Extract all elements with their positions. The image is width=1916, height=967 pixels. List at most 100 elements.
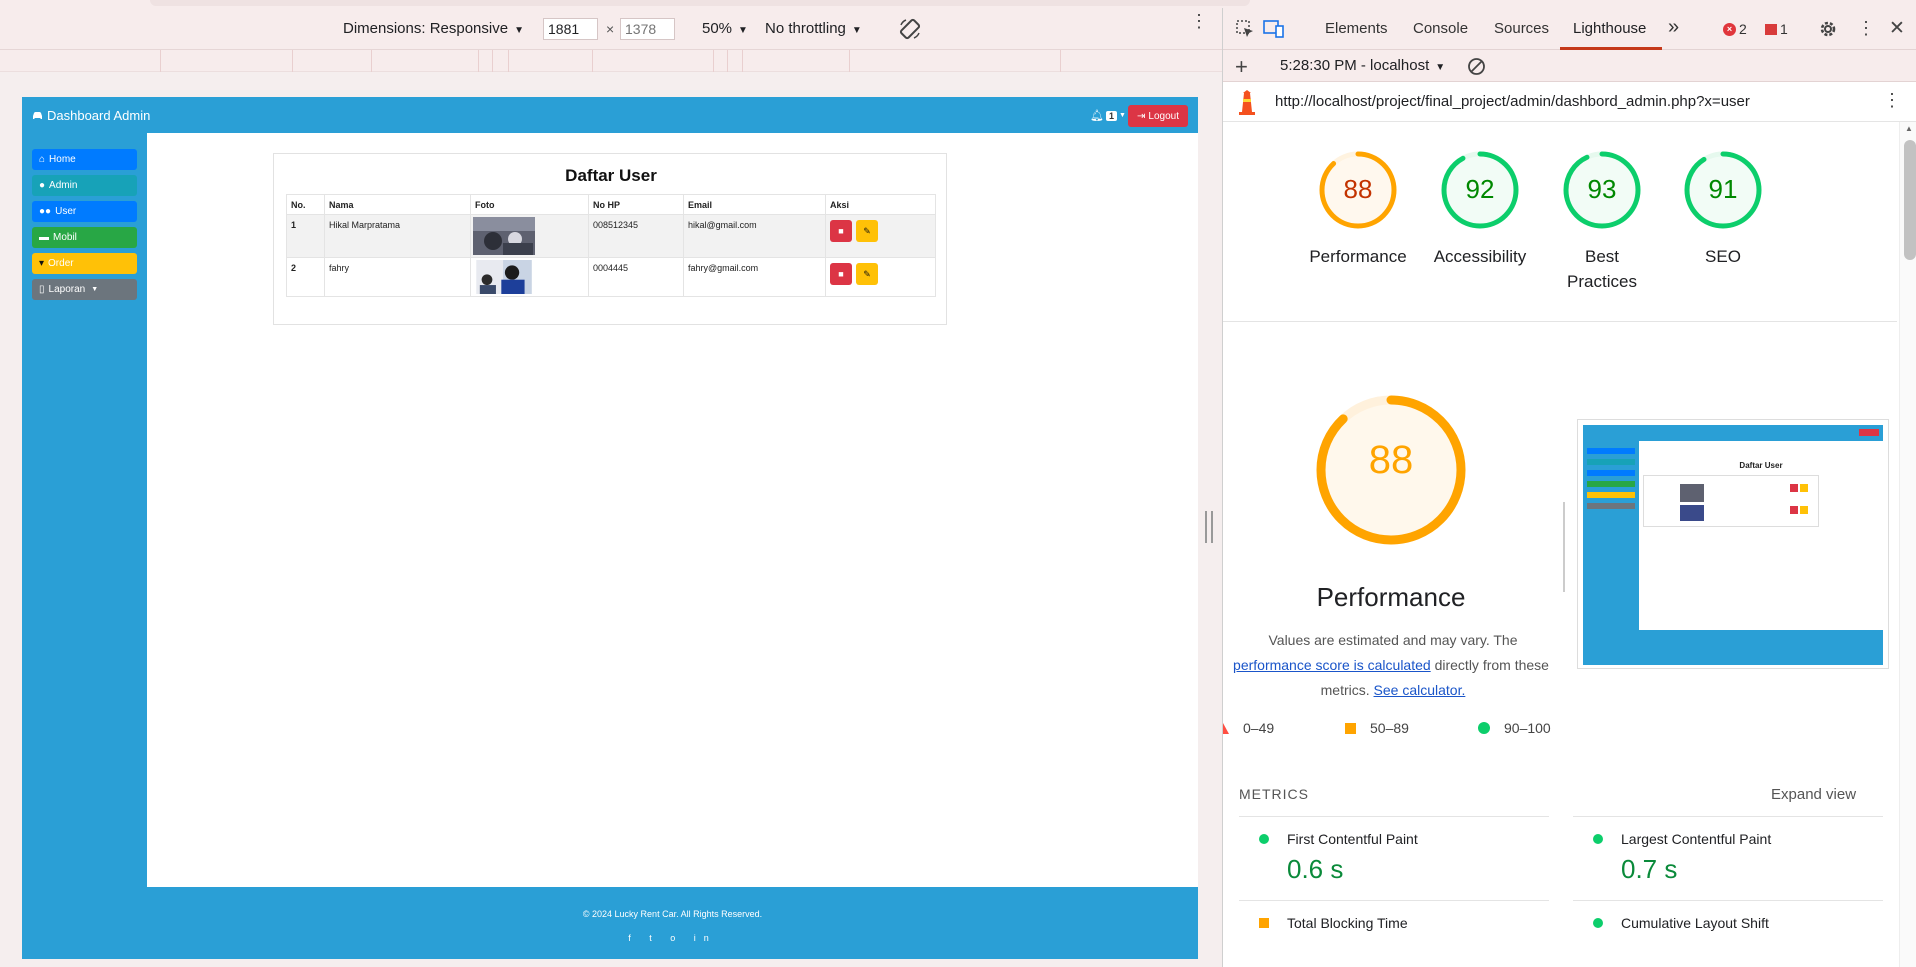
file-icon: ▯: [39, 284, 45, 295]
cell-email: hikal@gmail.com: [683, 214, 826, 258]
report-scrollbar[interactable]: ▲: [1899, 122, 1916, 967]
cell-nama: Hikal Marpratama: [324, 214, 471, 258]
navbar-brand[interactable]: Dashboard Admin: [32, 108, 150, 123]
section-divider: [1223, 321, 1897, 322]
width-input[interactable]: [543, 18, 598, 40]
tab-console[interactable]: Console: [1413, 20, 1468, 37]
more-tabs-icon[interactable]: »: [1668, 16, 1679, 39]
facebook-icon[interactable]: f: [628, 933, 639, 943]
score-value: 92: [1465, 174, 1495, 204]
average-square-icon: [1345, 722, 1356, 734]
section-separator: [1563, 502, 1565, 592]
score-gauge-performance[interactable]: 88 Performance: [1309, 150, 1407, 266]
devtools-menu-icon[interactable]: ⋮: [1857, 18, 1875, 39]
score-legend: 50–89: [1345, 720, 1409, 736]
user-photo: [473, 217, 535, 255]
caret-down-icon: ▼: [738, 25, 748, 36]
sidebar-item-label: Home: [49, 154, 76, 165]
score-label: Performance: [1309, 247, 1407, 266]
sidebar-item-laporan[interactable]: ▯ Laporan ▼: [32, 279, 137, 300]
thumbnail-table: [1643, 475, 1819, 527]
user-table-card: Daftar User No. Nama Foto No HP Email Ak…: [273, 153, 947, 325]
sidebar-item-home[interactable]: ⌂ Home: [32, 149, 137, 170]
audited-url[interactable]: http://localhost/project/final_project/a…: [1275, 93, 1750, 110]
score-value: 93: [1587, 174, 1617, 204]
cell-hp: 008512345: [588, 214, 684, 258]
performance-description: Values are estimated and may vary. The p…: [1223, 628, 1563, 703]
column-header: Foto: [470, 194, 589, 215]
caret-down-icon: ▼: [1435, 62, 1446, 73]
device-toggle-icon[interactable]: [1263, 19, 1285, 39]
tab-lighthouse[interactable]: Lighthouse: [1573, 20, 1646, 37]
notification-dropdown[interactable]: 🔔︎ 1 ▼: [1090, 109, 1126, 122]
devtools-panel: Elements Console Sources Lighthouse » × 2…: [1222, 8, 1916, 967]
settings-gear-icon[interactable]: [1818, 19, 1838, 39]
performance-big-score: 88: [1368, 438, 1414, 482]
cell-email: fahry@gmail.com: [683, 257, 826, 297]
rotate-icon[interactable]: [898, 17, 922, 41]
cell-hp: 0004445: [588, 257, 684, 297]
metric-name: Largest Contentful Paint: [1621, 831, 1772, 847]
lighthouse-logo-icon: [1239, 90, 1255, 115]
sidebar-item-mobil[interactable]: ▬ Mobil: [32, 227, 137, 248]
score-label: Best Practices: [1567, 247, 1637, 291]
column-header: Aksi: [825, 194, 936, 215]
expand-view-toggle[interactable]: Expand view: [1771, 786, 1856, 803]
user-photo: [476, 260, 532, 294]
throttling-dropdown[interactable]: No throttling ▼: [765, 20, 862, 37]
final-screenshot-thumbnail[interactable]: Daftar User: [1577, 419, 1889, 669]
cell-nama: fahry: [324, 257, 471, 297]
brand-label: Dashboard Admin: [47, 108, 151, 123]
warning-count[interactable]: 1: [1765, 21, 1788, 37]
emulated-page: Dashboard Admin 🔔︎ 1 ▼ ⇥ Logout ⌂ Home ● A…: [22, 97, 1198, 959]
viewport-resize-handle[interactable]: [1205, 511, 1213, 543]
sidebar-item-order[interactable]: ▾ Order: [32, 253, 137, 274]
legend-pass: 90–100: [1504, 720, 1551, 736]
error-count[interactable]: × 2: [1723, 21, 1747, 37]
report-menu-icon[interactable]: ⋮: [1883, 90, 1901, 111]
warning-count-value: 1: [1780, 21, 1788, 37]
dimensions-dropdown[interactable]: Dimensions: Responsive ▼: [343, 20, 524, 37]
error-icon: ×: [1723, 22, 1736, 36]
delete-button[interactable]: ■: [830, 263, 852, 285]
see-calculator-link[interactable]: See calculator.: [1374, 682, 1466, 698]
score-gauge-accessibility[interactable]: 92 Accessibility: [1434, 150, 1526, 266]
inspect-element-icon[interactable]: [1235, 19, 1255, 39]
new-report-icon[interactable]: +: [1235, 54, 1248, 80]
instagram-icon[interactable]: o: [670, 933, 683, 943]
tab-sources[interactable]: Sources: [1494, 20, 1549, 37]
thumbnail-content: Daftar User: [1639, 441, 1883, 630]
tab-elements[interactable]: Elements: [1325, 20, 1388, 37]
cell-foto: [470, 214, 589, 258]
performance-big-gauge[interactable]: 88: [1311, 390, 1471, 550]
clear-reports-icon[interactable]: [1467, 57, 1486, 76]
car-icon: ▬: [39, 232, 49, 243]
metric-name: Total Blocking Time: [1287, 915, 1408, 931]
scrollbar-thumb[interactable]: [1904, 140, 1916, 260]
scroll-up-icon[interactable]: ▲: [1905, 124, 1913, 133]
edit-button[interactable]: ✎: [856, 263, 878, 285]
sidebar-item-user[interactable]: ●● User: [32, 201, 137, 222]
column-header: No.: [286, 194, 325, 215]
delete-button[interactable]: ■: [830, 220, 852, 242]
pass-circle-icon: [1593, 918, 1603, 928]
edit-button[interactable]: ✎: [856, 220, 878, 242]
zoom-dropdown[interactable]: 50% ▼: [702, 20, 748, 37]
linkedin-icon[interactable]: in: [694, 933, 717, 943]
close-devtools-icon[interactable]: ✕: [1889, 17, 1905, 40]
score-calculated-link[interactable]: performance score is calculated: [1233, 657, 1431, 673]
more-options-icon[interactable]: ⋮: [1190, 12, 1208, 30]
issue-flag-icon: [1765, 23, 1777, 35]
height-input[interactable]: [620, 18, 675, 40]
caret-down-icon: ▼: [514, 25, 524, 36]
table-header-row: No. Nama Foto No HP Email Aksi: [286, 194, 936, 215]
report-select[interactable]: 5:28:30 PM - localhost ▼: [1280, 57, 1445, 74]
media-query-ruler[interactable]: [0, 50, 1222, 72]
twitter-icon[interactable]: t: [649, 933, 660, 943]
average-square-icon: [1259, 918, 1269, 928]
score-gauge-seo[interactable]: 91 SEO: [1683, 150, 1763, 266]
column-header: Nama: [324, 194, 471, 215]
sidebar-item-admin[interactable]: ● Admin: [32, 175, 137, 196]
score-gauge-best-practices[interactable]: 93 Best Practices: [1562, 150, 1642, 291]
logout-button[interactable]: ⇥ Logout: [1128, 105, 1188, 127]
